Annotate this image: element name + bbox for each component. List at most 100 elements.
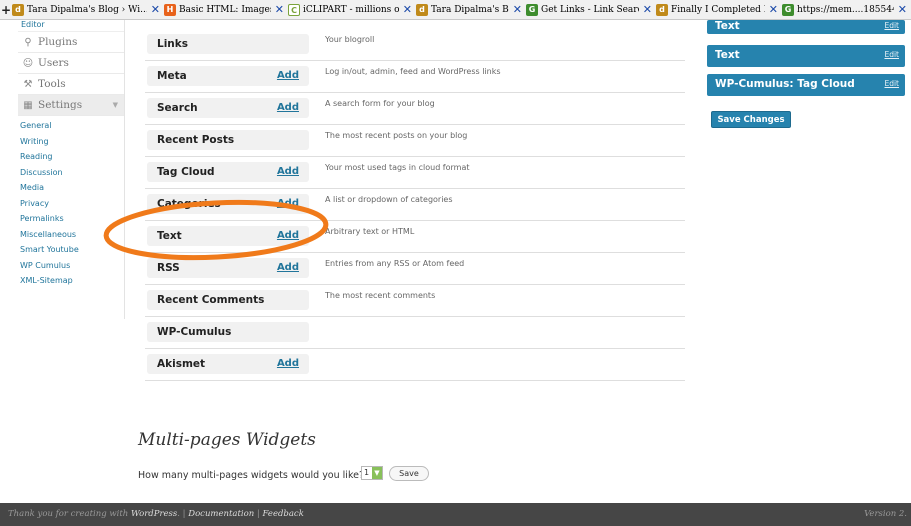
footer-credits: Thank you for creating with WordPress. |… [8, 509, 304, 519]
browser-tab[interactable]: d Tara Dipalma's Blog › Wi... ✕ [12, 0, 164, 19]
submenu-item-discussion[interactable]: Discussion [18, 165, 124, 181]
add-widget-link[interactable]: Add [277, 262, 299, 273]
submenu-item-xml-sitemap[interactable]: XML-Sitemap [18, 273, 124, 289]
close-tab-icon[interactable]: ✕ [639, 3, 652, 16]
multipages-count-value: 1 [364, 468, 370, 477]
widget-description: Log in/out, admin, feed and WordPress li… [325, 67, 501, 76]
edit-widget-link[interactable]: Edit [884, 21, 899, 30]
widget-name: Recent Posts [157, 134, 235, 146]
widget-name: RSS [157, 262, 180, 274]
submenu-item-miscellaneous[interactable]: Miscellaneous [18, 227, 124, 243]
browser-tab[interactable]: d Tara Dipalma's Blog ✕ [416, 0, 526, 19]
submenu-item-media[interactable]: Media [18, 180, 124, 196]
widget-name: Tag Cloud [157, 166, 215, 178]
sidebar-item-label: Settings [38, 99, 83, 111]
sidebar-item-plugins[interactable]: ⚲ Plugins [18, 32, 124, 53]
widget-row: Search Add A search form for your blog [145, 93, 685, 125]
submenu-item-wp-cumulus[interactable]: WP Cumulus [18, 258, 124, 274]
g-icon: G [782, 3, 794, 16]
close-tab-icon[interactable]: ✕ [765, 3, 778, 16]
sidebar-item-editor[interactable]: Editor [18, 20, 124, 32]
widget-row: Links Your blogroll [145, 29, 685, 61]
widget-row: Recent Posts The most recent posts on yo… [145, 125, 685, 157]
widget-description: A list or dropdown of categories [325, 195, 453, 204]
new-tab-button[interactable]: + [0, 3, 12, 17]
current-widget[interactable]: WP-Cumulus: Tag Cloud Edit [707, 74, 905, 96]
add-widget-link[interactable]: Add [277, 102, 299, 113]
multipages-count-select[interactable]: 1 ▼ [361, 466, 383, 480]
widget-description: A search form for your blog [325, 99, 435, 108]
widget-row: RSS Add Entries from any RSS or Atom fee… [145, 253, 685, 285]
widget-handle[interactable]: RSS Add [147, 258, 309, 278]
wordpress-link[interactable]: WordPress [131, 509, 177, 519]
submenu-item-privacy[interactable]: Privacy [18, 196, 124, 212]
widget-handle[interactable]: Tag Cloud Add [147, 162, 309, 182]
submenu-item-permalinks[interactable]: Permalinks [18, 211, 124, 227]
widget-handle[interactable]: WP-Cumulus [147, 322, 309, 342]
widget-handle[interactable]: Meta Add [147, 66, 309, 86]
dp-icon: d [656, 3, 668, 16]
widget-row: Recent Comments The most recent comments [145, 285, 685, 317]
close-tab-icon[interactable]: ✕ [509, 3, 522, 16]
add-widget-link[interactable]: Add [277, 70, 299, 81]
browser-tab[interactable]: C iCLIPART - millions of do... ✕ [288, 0, 416, 19]
browser-tab[interactable]: G Get Links - Link Search R... ✕ [526, 0, 656, 19]
edit-widget-link[interactable]: Edit [884, 50, 899, 59]
widget-description: The most recent posts on your blog [325, 131, 468, 140]
current-widget[interactable]: Text Edit [707, 45, 905, 67]
add-widget-link[interactable]: Add [277, 198, 299, 209]
widget-row: Tag Cloud Add Your most used tags in clo… [145, 157, 685, 189]
sidebar-item-label: Plugins [38, 36, 78, 48]
browser-tab[interactable]: H Basic HTML: Images ✕ [164, 0, 288, 19]
sidebar-item-tools[interactable]: ⚒ Tools [18, 74, 124, 95]
current-widget-name: WP-Cumulus: Tag Cloud [715, 78, 855, 90]
chevron-down-icon[interactable]: ▼ [113, 101, 118, 109]
add-widget-link[interactable]: Add [277, 166, 299, 177]
add-widget-link[interactable]: Add [277, 358, 299, 369]
feedback-link[interactable]: Feedback [262, 509, 303, 519]
current-widget-name: Text [715, 49, 740, 61]
sidebar-item-settings[interactable]: ▦ Settings ▼ [18, 95, 124, 116]
widget-handle[interactable]: Text Add [147, 226, 309, 246]
submenu-item-smart-youtube[interactable]: Smart Youtube [18, 242, 124, 258]
multipages-heading: Multi-pages Widgets [138, 430, 316, 450]
multipages-save-button[interactable]: Save [389, 466, 429, 481]
footer-version: Version 2. [864, 509, 907, 519]
submenu-item-general[interactable]: General [18, 118, 124, 134]
users-icon: ☺ [22, 57, 34, 69]
close-tab-icon[interactable]: ✕ [894, 3, 907, 16]
current-widget[interactable]: Text Edit [707, 20, 905, 34]
chevron-down-icon[interactable]: ▼ [372, 467, 382, 479]
close-tab-icon[interactable]: ✕ [271, 3, 284, 16]
sidebar-item-users[interactable]: ☺ Users [18, 53, 124, 74]
widget-description: Arbitrary text or HTML [325, 227, 415, 236]
browser-tab[interactable]: G https://mem....1855448241 ✕ [782, 0, 911, 19]
widget-row: Meta Add Log in/out, admin, feed and Wor… [145, 61, 685, 93]
widget-description: Your blogroll [325, 35, 375, 44]
widget-row: Categories Add A list or dropdown of cat… [145, 189, 685, 221]
widget-handle[interactable]: Links [147, 34, 309, 54]
close-tab-icon[interactable]: ✕ [147, 3, 160, 16]
footer-separator: . | [177, 509, 189, 519]
widget-handle[interactable]: Recent Posts [147, 130, 309, 150]
widget-handle[interactable]: Recent Comments [147, 290, 309, 310]
dp-icon: d [416, 3, 428, 16]
browser-tab[interactable]: d Finally I Completed My S... ✕ [656, 0, 782, 19]
submenu-item-reading[interactable]: Reading [18, 149, 124, 165]
widget-handle[interactable]: Akismet Add [147, 354, 309, 374]
browser-tab-bar: + d Tara Dipalma's Blog › Wi... ✕ H Basi… [0, 0, 911, 20]
widget-row: Text Add Arbitrary text or HTML [145, 221, 685, 253]
documentation-link[interactable]: Documentation [188, 509, 254, 519]
submenu-item-writing[interactable]: Writing [18, 134, 124, 150]
settings-icon: ▦ [23, 99, 33, 111]
widget-name: Text [157, 230, 182, 242]
close-tab-icon[interactable]: ✕ [399, 3, 412, 16]
widget-name: Akismet [157, 358, 206, 370]
plug-icon: ⚲ [24, 36, 32, 48]
widget-name: WP-Cumulus [157, 326, 232, 338]
widget-handle[interactable]: Search Add [147, 98, 309, 118]
save-changes-button[interactable]: Save Changes [711, 111, 791, 128]
edit-widget-link[interactable]: Edit [884, 79, 899, 88]
add-widget-link[interactable]: Add [277, 230, 299, 241]
widget-handle[interactable]: Categories Add [147, 194, 309, 214]
